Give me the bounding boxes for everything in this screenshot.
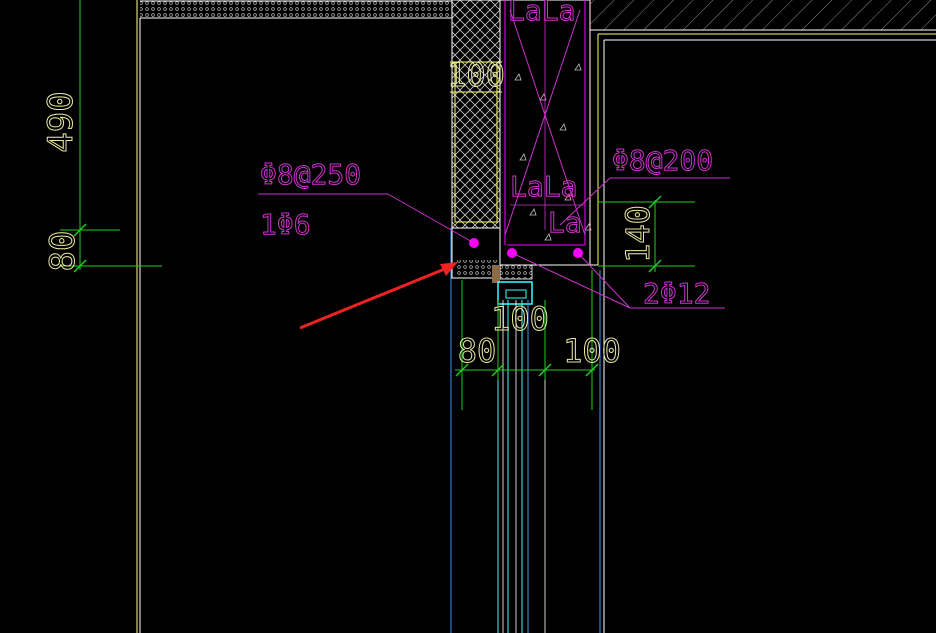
annotation-bar-single: 1Φ6: [260, 208, 311, 241]
ceiling-insulation-strip: [140, 0, 453, 19]
dimension-left-lower: 80: [43, 231, 83, 272]
red-arrow: [299, 262, 458, 330]
cad-drawing-canvas: 490 80 140 100 100 80 100 Φ8@250 1Φ6 Φ8@…: [41, 0, 936, 633]
dimension-bottom-right: 100: [563, 332, 621, 370]
window-frame-lines: [450, 228, 601, 633]
concrete-beam: [499, 0, 936, 633]
rebar-dots: [469, 238, 583, 258]
slab-hatch: [590, 0, 936, 31]
left-wall-lines: [136, 0, 141, 633]
lap-label-middle: LaLa: [510, 170, 577, 203]
annotation-stirrup-right: Φ8@200: [612, 144, 713, 177]
annotation-stirrup-left: Φ8@250: [260, 158, 361, 191]
dimension-bottom-left: 80: [458, 332, 497, 370]
dimension-beam-height: 140: [619, 205, 657, 263]
window-head-detail: [451, 227, 533, 305]
dimension-left-upper: 490: [41, 91, 81, 152]
annotation-main-bars: 2Φ12: [643, 277, 710, 310]
dimension-window-width: 100: [491, 300, 549, 338]
dimension-insulation: 100: [447, 56, 505, 94]
lap-label-lower: La: [548, 206, 582, 239]
lap-label-top: LaLa: [508, 0, 575, 27]
insulation-block: [450, 0, 502, 229]
